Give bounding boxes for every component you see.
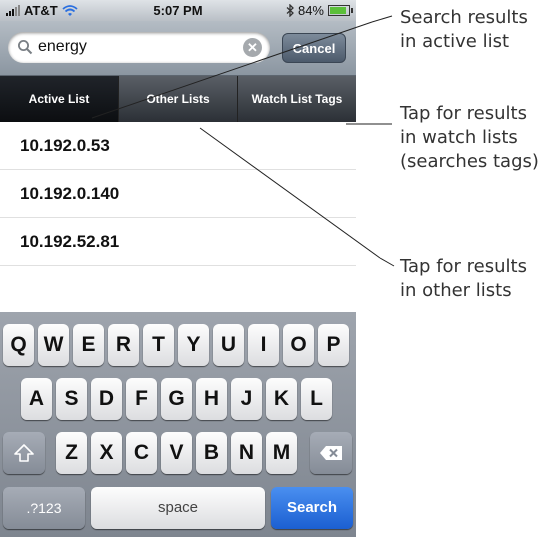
key-z[interactable]: Z (56, 432, 87, 474)
tab-active-list[interactable]: Active List (0, 76, 119, 122)
shift-icon (14, 444, 34, 463)
status-right: 84% (286, 3, 353, 18)
results-list: 10.192.0.53 10.192.0.140 10.192.52.81 (0, 122, 356, 266)
key-k[interactable]: K (266, 378, 297, 420)
scope-bar: Active List Other Lists Watch List Tags (0, 76, 356, 122)
key-n[interactable]: N (231, 432, 262, 474)
battery-icon (328, 5, 353, 16)
numbers-key[interactable]: .?123 (3, 487, 85, 529)
tab-other-lists[interactable]: Other Lists (119, 76, 238, 122)
phone-screen: AT&T 5:07 PM 84% energy ✕ Cancel Active … (0, 0, 356, 537)
key-v[interactable]: V (161, 432, 192, 474)
key-y[interactable]: Y (178, 324, 209, 366)
space-key[interactable]: space (91, 487, 265, 529)
tab-watch-list-tags[interactable]: Watch List Tags (238, 76, 356, 122)
key-d[interactable]: D (91, 378, 122, 420)
key-f[interactable]: F (126, 378, 157, 420)
key-w[interactable]: W (38, 324, 69, 366)
key-x[interactable]: X (91, 432, 122, 474)
callout-other-lists: Tap for results in other lists (400, 256, 527, 301)
cancel-button[interactable]: Cancel (282, 33, 346, 63)
search-icon (18, 40, 33, 55)
key-j[interactable]: J (231, 378, 262, 420)
key-c[interactable]: C (126, 432, 157, 474)
search-bar: energy ✕ Cancel (0, 21, 356, 76)
callout-search-results: Search results in active list (400, 7, 528, 52)
key-m[interactable]: M (266, 432, 297, 474)
battery-percent: 84% (297, 3, 324, 18)
key-t[interactable]: T (143, 324, 174, 366)
clear-icon[interactable]: ✕ (243, 38, 262, 57)
keyboard: Q W E R T Y U I O P A S D F G H J K L Z … (0, 312, 356, 537)
key-g[interactable]: G (161, 378, 192, 420)
key-o[interactable]: O (283, 324, 314, 366)
key-u[interactable]: U (213, 324, 244, 366)
list-item[interactable]: 10.192.52.81 (0, 218, 356, 266)
search-key[interactable]: Search (271, 487, 353, 529)
key-s[interactable]: S (56, 378, 87, 420)
key-h[interactable]: H (196, 378, 227, 420)
search-query: energy (38, 38, 87, 55)
key-e[interactable]: E (73, 324, 104, 366)
key-l[interactable]: L (301, 378, 332, 420)
search-input[interactable]: energy ✕ (8, 32, 270, 63)
list-item[interactable]: 10.192.0.140 (0, 170, 356, 218)
callout-watch-lists: Tap for results in watch lists (searches… (400, 103, 539, 172)
key-r[interactable]: R (108, 324, 139, 366)
list-item[interactable]: 10.192.0.53 (0, 122, 356, 170)
backspace-icon (320, 446, 342, 461)
backspace-key[interactable] (310, 432, 352, 474)
bluetooth-icon (286, 4, 294, 17)
shift-key[interactable] (3, 432, 45, 474)
key-b[interactable]: B (196, 432, 227, 474)
status-bar: AT&T 5:07 PM 84% (0, 0, 356, 21)
key-p[interactable]: P (318, 324, 349, 366)
key-i[interactable]: I (248, 324, 279, 366)
key-a[interactable]: A (21, 378, 52, 420)
key-q[interactable]: Q (3, 324, 34, 366)
